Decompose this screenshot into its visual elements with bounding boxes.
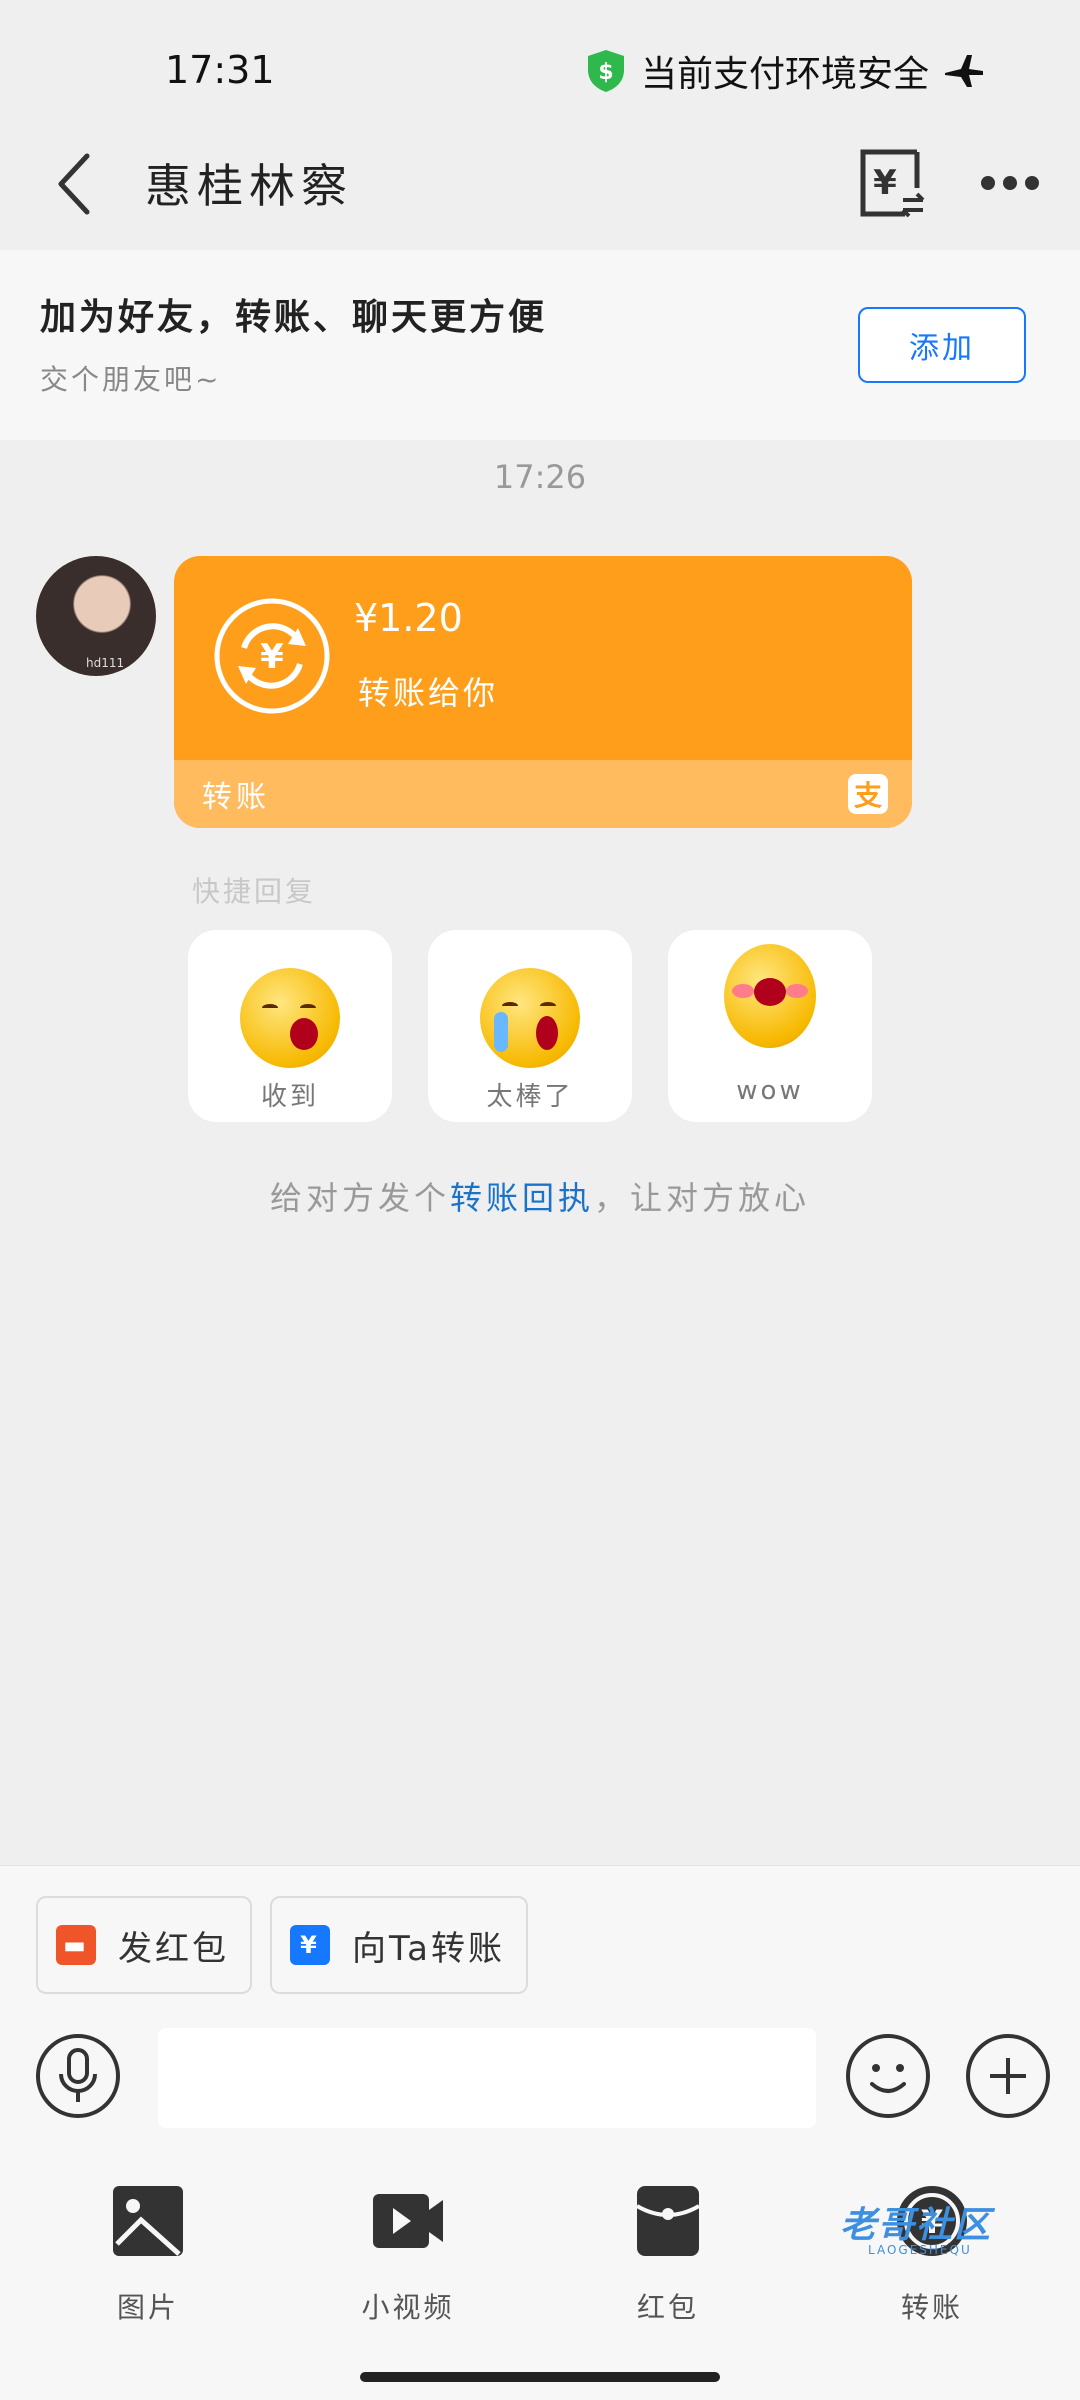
nav-bar: 惠桂林察 ¥ [0,120,1080,250]
tool-red-packet[interactable]: 红包 [578,2184,758,2334]
quick-reply-label-1: 太棒了 [486,1082,574,1112]
transfer-label: 转账 [202,780,270,815]
bottom-panel: ▬ 发红包 ¥ 向Ta转账 图片 小视频 红包 ¥ 转账 [0,1865,1080,2400]
bill-button[interactable]: ¥ [855,144,927,224]
svg-text:¥: ¥ [260,637,284,677]
airplane-icon [945,55,983,87]
bill-icon: ¥ [860,149,925,218]
receipt-tip-prefix: 给对方发个 [269,1179,450,1217]
shield-icon: $ [587,50,624,92]
security-status-text: 当前支付环境安全 [640,54,929,95]
home-indicator[interactable] [360,2372,720,2382]
transfer-icon: ¥ [214,598,330,714]
quick-reply-wow[interactable]: wow [668,930,872,1122]
watermark-logo: 老哥社区 [840,2205,993,2246]
receipt-tip: 给对方发个转账回执，让对方放心 [0,1173,1080,1219]
transfer-amount: ¥1.20 [354,596,463,640]
avatar-caption: hd111 [86,656,125,670]
transfer-card-body: ¥ ¥1.20 转账给你 [174,556,912,760]
red-packet-icon: ▬ [56,1925,96,1965]
watermark-subtext: LAOGESHEQU [868,2243,972,2257]
add-friend-button[interactable]: 添加 [858,307,1026,383]
send-red-packet-chip[interactable]: ▬ 发红包 [36,1896,252,1994]
avatar[interactable]: hd111 [36,556,156,676]
alipay-icon: 支 [848,774,888,814]
tool-label-video: 小视频 [361,2291,455,2324]
chat-timestamp: 17:26 [493,458,587,496]
wow-emoji-icon [724,944,816,1048]
smiley-icon [870,2064,906,2093]
status-indicators: $ 当前支付环境安全 [585,46,985,96]
banner-title: 加为好友，转账、聊天更方便 [40,296,548,338]
status-time: 17:31 [165,48,275,92]
tool-label-transfer: 转账 [900,2291,963,2324]
quick-reply-label-2: wow [736,1076,804,1106]
transfer-icon: ¥ [290,1925,330,1965]
quick-reply-label-0: 收到 [260,1082,319,1112]
svg-text:$: $ [598,60,613,85]
more-icon [981,176,995,190]
add-friend-banner: 加为好友，转账、聊天更方便 交个朋友吧~ 添加 [0,250,1080,440]
tool-short-video[interactable]: 小视频 [318,2184,498,2334]
red-packet-icon [635,2186,701,2256]
transfer-description: 转账给你 [358,674,499,712]
video-icon [373,2194,443,2248]
message-input[interactable] [158,2028,816,2128]
chip-label-1: 向Ta转账 [352,1928,505,1969]
more-options-button[interactable] [975,156,1045,210]
svg-text:¥: ¥ [873,163,897,203]
more-actions-button[interactable] [966,2034,1050,2118]
receipt-tip-suffix: ，让对方放心 [594,1179,811,1217]
tool-label-image: 图片 [116,2291,179,2324]
tool-image[interactable]: 图片 [58,2184,238,2334]
transfer-card-footer: 转账 支 [174,760,912,828]
crying-joy-emoji-icon [480,968,580,1068]
microphone-icon [59,2048,97,2102]
tool-label-red-packet: 红包 [636,2291,699,2324]
banner-subtitle: 交个朋友吧~ [40,363,222,396]
page-title: 惠桂林察 [145,159,353,213]
plus-icon [990,2058,1026,2094]
image-icon [113,2186,183,2256]
chip-label-0: 发红包 [118,1928,229,1969]
ok-wink-emoji-icon [240,968,340,1068]
back-icon [58,153,90,215]
transfer-to-ta-chip[interactable]: ¥ 向Ta转账 [270,1896,528,1994]
quick-reply-awesome[interactable]: 太棒了 [428,930,632,1122]
back-button[interactable] [40,144,110,224]
voice-input-button[interactable] [36,2034,120,2118]
quick-reply-received[interactable]: 收到 [188,930,392,1122]
emoji-button[interactable] [846,2034,930,2118]
transfer-receipt-link[interactable]: 转账回执 [450,1179,594,1217]
transfer-message-card[interactable]: ¥ ¥1.20 转账给你 转账 支 [174,556,912,828]
quick-reply-label: 快捷回复 [192,875,317,908]
